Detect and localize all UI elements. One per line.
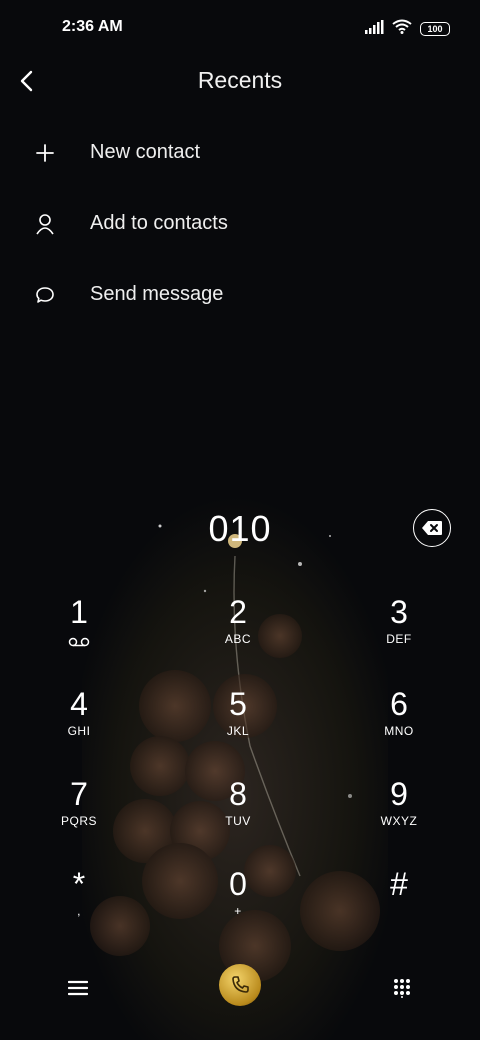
- key-digit: 2: [229, 594, 247, 630]
- key-digit: 8: [229, 776, 247, 812]
- wifi-icon: [392, 19, 412, 39]
- status-icons: 100: [364, 19, 450, 39]
- call-button[interactable]: [219, 964, 261, 1006]
- key-digit: 3: [390, 594, 408, 630]
- key-letters: WXYZ: [380, 814, 418, 828]
- status-bar: 2:36 AM 100: [0, 0, 480, 56]
- chat-bubble-icon: [32, 282, 58, 308]
- key-letters: +: [234, 904, 242, 918]
- key-digit: 9: [390, 776, 408, 812]
- dialpad: 010 1 2 ABC 3 DEF 4 GHI 5 JKL 6 MNO 7 PQ…: [0, 496, 480, 1040]
- phone-icon: [232, 976, 249, 993]
- key-star[interactable]: * ,: [24, 866, 134, 938]
- dialpad-wallpaper: [82, 496, 388, 1040]
- key-4[interactable]: 4 GHI: [24, 686, 134, 758]
- key-digit: 1: [70, 594, 88, 630]
- key-digit: #: [390, 866, 408, 902]
- keypad-icon: [394, 979, 410, 998]
- signal-icon: [364, 19, 384, 39]
- plus-icon: [32, 140, 58, 166]
- key-7[interactable]: 7 PQRS: [24, 776, 134, 848]
- backspace-button[interactable]: [413, 509, 451, 547]
- key-1[interactable]: 1: [24, 594, 134, 666]
- key-2[interactable]: 2 ABC: [183, 594, 293, 666]
- dialer-bottom-bar: [0, 960, 480, 1012]
- key-hash[interactable]: #: [344, 866, 454, 938]
- key-letters: DEF: [386, 632, 412, 646]
- dialed-number[interactable]: 010: [0, 508, 480, 550]
- menu-item-label: Add to contacts: [90, 212, 228, 234]
- key-digit: *: [72, 866, 86, 902]
- key-8[interactable]: 8 TUV: [183, 776, 293, 848]
- key-digit: 5: [229, 686, 247, 722]
- recents-menu: New contact Add to contacts Send message: [0, 117, 480, 330]
- voicemail-icon: [68, 634, 90, 652]
- key-letters: ,: [77, 904, 81, 918]
- battery-icon: 100: [420, 22, 450, 36]
- key-letters: TUV: [225, 814, 251, 828]
- status-time: 2:36 AM: [62, 18, 123, 35]
- menu-button[interactable]: [60, 970, 96, 1006]
- key-9[interactable]: 9 WXYZ: [344, 776, 454, 848]
- send-message-item[interactable]: Send message: [0, 259, 480, 330]
- key-digit: 6: [390, 686, 408, 722]
- new-contact-item[interactable]: New contact: [0, 117, 480, 188]
- key-5[interactable]: 5 JKL: [183, 686, 293, 758]
- menu-item-label: New contact: [90, 141, 201, 163]
- key-6[interactable]: 6 MNO: [344, 686, 454, 758]
- keypad-toggle-button[interactable]: [384, 970, 420, 1006]
- key-letters: JKL: [226, 724, 250, 738]
- key-3[interactable]: 3 DEF: [344, 594, 454, 666]
- key-digit: 0: [229, 866, 247, 902]
- key-0[interactable]: 0 +: [183, 866, 293, 938]
- key-letters: GHI: [67, 724, 91, 738]
- page-title: Recents: [197, 67, 283, 93]
- backspace-icon: [422, 521, 442, 535]
- key-letters: MNO: [384, 724, 414, 738]
- header: Recents: [0, 56, 480, 108]
- person-icon: [32, 211, 58, 237]
- menu-item-label: Send message: [90, 283, 224, 305]
- add-to-contacts-item[interactable]: Add to contacts: [0, 188, 480, 259]
- key-digit: 4: [70, 686, 88, 722]
- hamburger-icon: [68, 980, 88, 996]
- key-letters: ABC: [224, 632, 252, 646]
- key-digit: 7: [70, 776, 88, 812]
- key-letters: PQRS: [60, 814, 97, 828]
